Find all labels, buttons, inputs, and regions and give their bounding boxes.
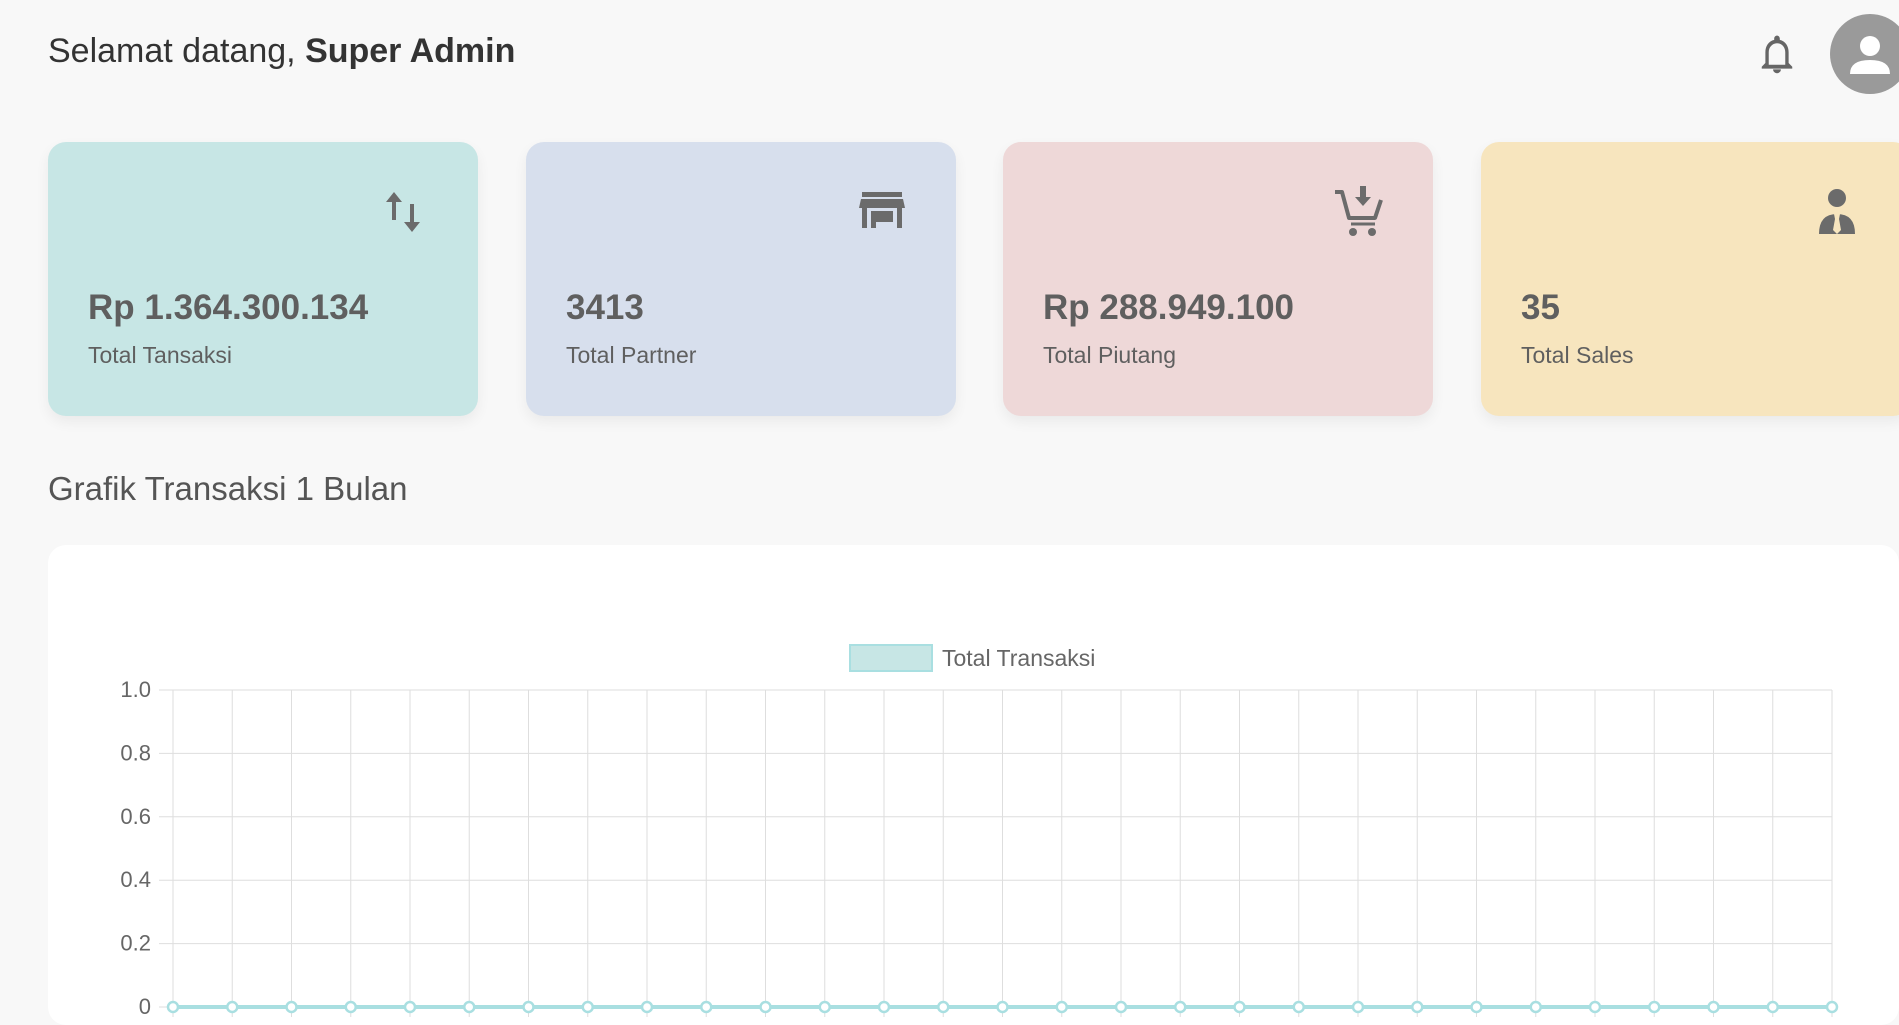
card-total-sales[interactable]: 35 Total Sales: [1481, 142, 1899, 416]
data-point: [1292, 1000, 1305, 1014]
data-point: [759, 1000, 772, 1014]
chart-section-title: Grafik Transaksi 1 Bulan: [48, 470, 408, 507]
data-point: [1766, 1000, 1779, 1014]
data-point: [996, 1000, 1009, 1014]
y-tick-label: 0.8: [120, 740, 151, 765]
data-point: [1648, 1000, 1661, 1014]
data-point: [581, 1000, 594, 1014]
data-point: [1529, 1000, 1542, 1014]
card-value: Rp 1.364.300.134: [88, 288, 369, 327]
avatar[interactable]: [1830, 14, 1899, 94]
user-avatar-icon: [1850, 36, 1890, 74]
top-bar: Selamat datang, Super Admin: [48, 0, 1899, 108]
legend-swatch: [849, 644, 933, 672]
card-label: Total Piutang: [1043, 342, 1176, 368]
data-point: [463, 1000, 476, 1014]
data-point: [226, 1000, 239, 1014]
data-point: [640, 1000, 654, 1014]
card-total-piutang[interactable]: Rp 288.949.100 Total Piutang: [1003, 142, 1433, 416]
card-label: Total Sales: [1521, 342, 1634, 368]
data-point: [1707, 1000, 1720, 1014]
line-chart: 0 0.2 0.4 0.6 0.8 1.0 Total Transaksi: [120, 644, 1839, 1019]
data-point: [1825, 1000, 1839, 1014]
data-point: [403, 1000, 417, 1014]
data-point: [1588, 1000, 1602, 1014]
data-point: [1114, 1000, 1128, 1014]
user-name: Super Admin: [305, 32, 516, 70]
card-total-transaksi[interactable]: Rp 1.364.300.134 Total Tansaksi: [48, 142, 478, 416]
data-point: [877, 1000, 891, 1014]
chart-panel: 0 0.2 0.4 0.6 0.8 1.0 Total Transaksi: [48, 545, 1899, 1025]
cart-download-icon: [1331, 184, 1387, 240]
y-tick-label: 0.2: [120, 931, 151, 956]
data-point: [818, 1000, 831, 1014]
data-point: [1174, 1000, 1187, 1014]
card-value: 35: [1521, 288, 1560, 327]
data-point: [285, 1000, 298, 1014]
store-icon: [854, 184, 910, 240]
card-label: Total Partner: [566, 342, 697, 368]
y-tick-label: 0.4: [120, 867, 151, 892]
greeting: Selamat datang, Super Admin: [48, 32, 515, 71]
person-tie-icon: [1809, 184, 1865, 240]
card-value: Rp 288.949.100: [1043, 288, 1295, 327]
data-point: [700, 1000, 713, 1014]
data-point: [344, 1000, 357, 1014]
y-tick-label: 0: [139, 994, 151, 1019]
y-tick-label: 1.0: [120, 677, 151, 702]
swap-vertical-icon: [376, 184, 432, 240]
card-label: Total Tansaksi: [88, 342, 233, 368]
summary-cards: Rp 1.364.300.134 Total Tansaksi 3413 Tot…: [48, 142, 1899, 418]
greeting-prefix: Selamat datang,: [48, 32, 306, 70]
data-point: [937, 1000, 950, 1014]
card-total-partner[interactable]: 3413 Total Partner: [526, 142, 956, 416]
y-tick-label: 0.6: [120, 804, 151, 829]
data-point: [1233, 1000, 1246, 1014]
data-point: [1411, 1000, 1424, 1014]
data-point: [166, 1000, 180, 1014]
bell-icon[interactable]: [1760, 34, 1794, 76]
data-point: [522, 1000, 535, 1014]
data-point: [1470, 1000, 1483, 1014]
legend-label: Total Transaksi: [942, 645, 1095, 671]
card-value: 3413: [566, 288, 644, 327]
data-point: [1351, 1000, 1365, 1014]
data-point: [1055, 1000, 1068, 1014]
